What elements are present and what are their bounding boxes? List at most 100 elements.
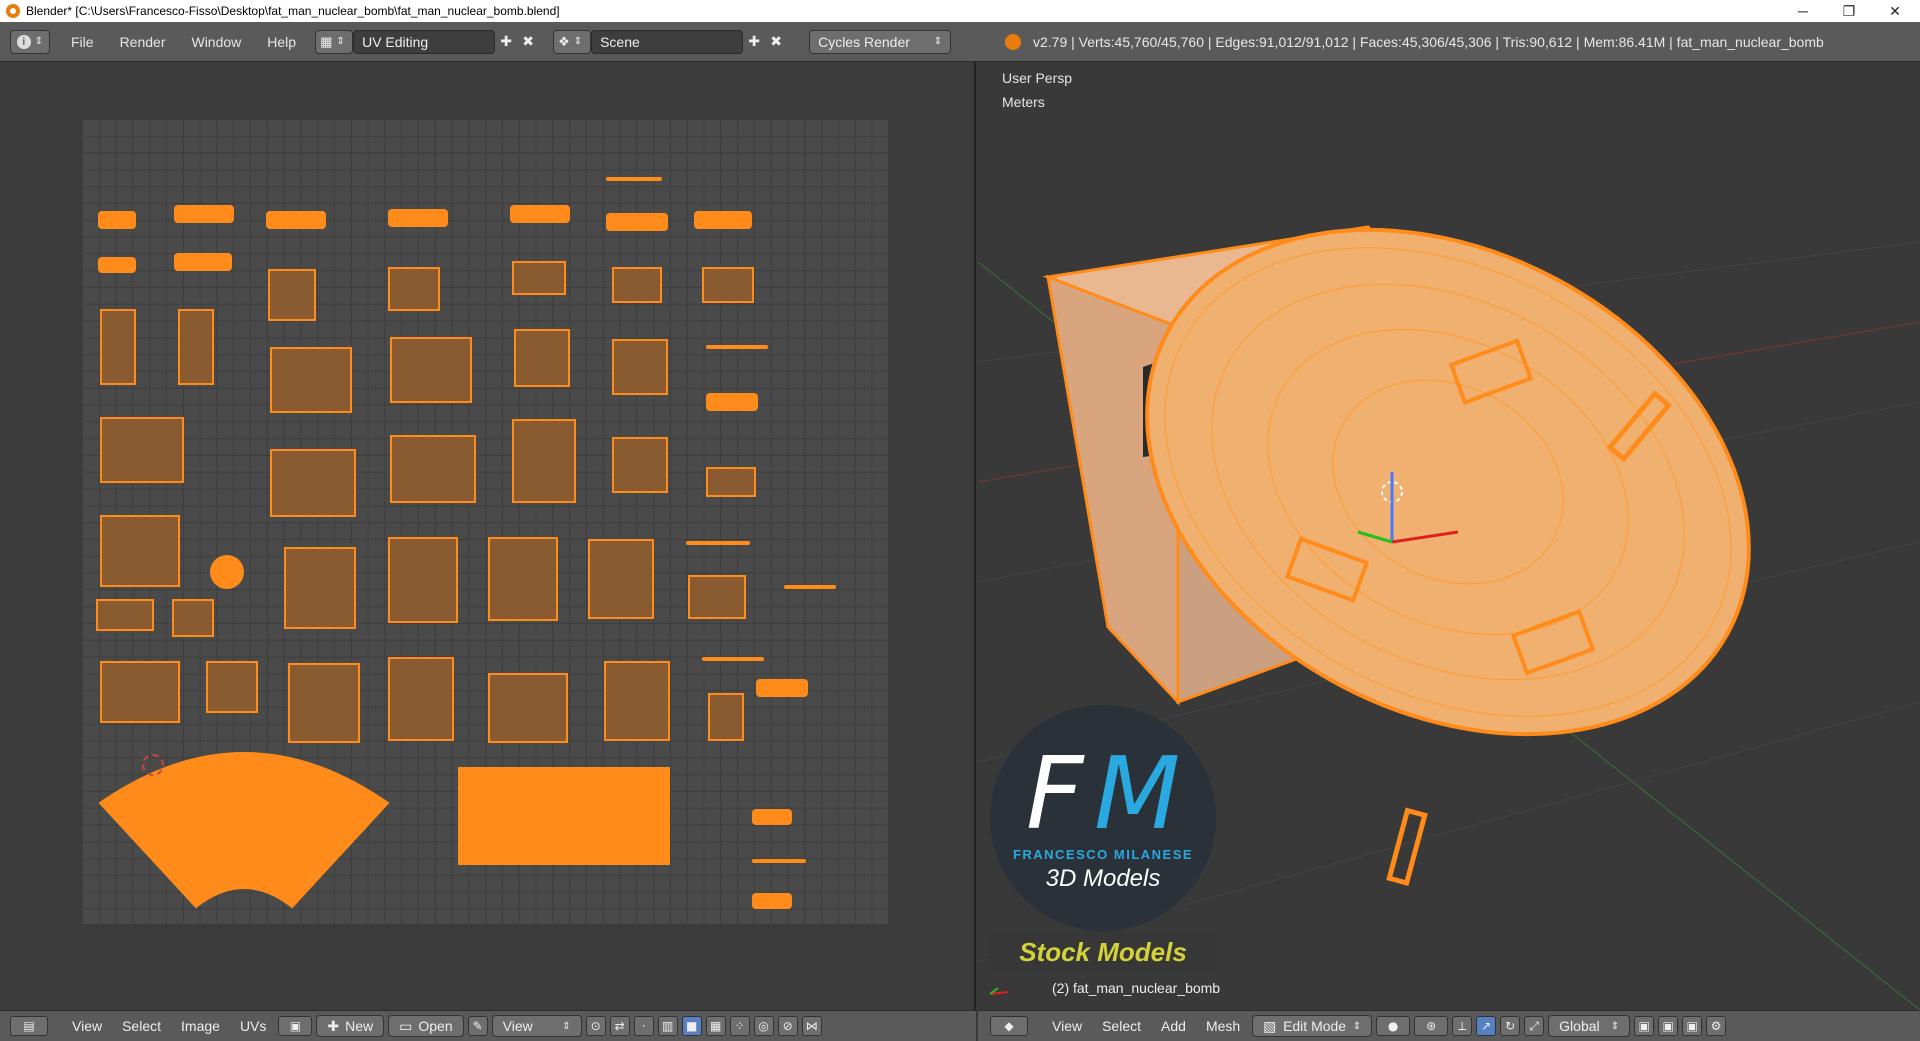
layer-icon[interactable]: ▣ — [1682, 1016, 1703, 1036]
uv-grid[interactable] — [82, 119, 888, 924]
mode-dropdown[interactable]: ▧ Edit Mode ⇕ — [1252, 1015, 1373, 1037]
snap-element-icon[interactable]: ⋈ — [801, 1016, 822, 1036]
uv-island-fan[interactable] — [96, 739, 392, 911]
open-image-button[interactable]: ▭ Open — [388, 1015, 464, 1037]
uv-island[interactable] — [706, 393, 758, 411]
uv-island[interactable] — [390, 435, 476, 503]
uv-island[interactable] — [702, 267, 754, 303]
uv-island-band[interactable] — [458, 767, 670, 865]
uv-island[interactable] — [612, 339, 668, 395]
layer-icon[interactable]: ▣ — [1658, 1016, 1679, 1036]
uv-island[interactable] — [388, 209, 448, 227]
uv-island[interactable] — [178, 309, 214, 385]
uv-menu-view[interactable]: View — [62, 1015, 112, 1037]
uv-island[interactable] — [174, 253, 232, 271]
uv-island[interactable] — [488, 537, 558, 621]
uv-island[interactable] — [388, 537, 458, 623]
pin-icon[interactable]: ✎ — [467, 1016, 488, 1036]
proportional-edit-icon[interactable]: ◎ — [753, 1016, 774, 1036]
uv-island[interactable] — [514, 329, 570, 387]
scene-field[interactable]: Scene — [591, 29, 744, 54]
uv-island[interactable] — [784, 585, 836, 589]
new-image-button[interactable]: ✚ New — [316, 1015, 385, 1037]
editor-type-uv-button[interactable]: ▤ — [10, 1016, 48, 1036]
uv-island[interactable] — [510, 205, 570, 223]
uv-image-editor[interactable] — [0, 62, 976, 1010]
uv-island[interactable] — [512, 261, 566, 295]
screen-layout-field[interactable]: UV Editing — [353, 29, 496, 54]
minimize-button[interactable]: ─ — [1780, 0, 1826, 22]
uv-island[interactable] — [388, 267, 440, 311]
image-browse-button[interactable]: ▣ — [278, 1016, 313, 1036]
vp-menu-add[interactable]: Add — [1151, 1015, 1196, 1037]
remove-scene-button[interactable]: ✖ — [765, 30, 787, 54]
uv-island[interactable] — [612, 437, 668, 493]
editor-type-info-button[interactable]: i ⇕ — [10, 29, 50, 54]
menu-help[interactable]: Help — [254, 34, 309, 50]
vertex-select-icon[interactable]: · — [633, 1016, 654, 1036]
uv-island[interactable] — [98, 257, 136, 273]
snap-icon[interactable]: ⊘ — [777, 1016, 798, 1036]
uv-island[interactable] — [268, 269, 316, 321]
uv-island[interactable] — [752, 809, 792, 825]
uv-island[interactable] — [270, 449, 356, 517]
uv-2d-cursor[interactable] — [142, 754, 164, 776]
uv-island[interactable] — [270, 347, 352, 413]
sticky-mode-icon[interactable]: ⁘ — [729, 1016, 750, 1036]
uv-island[interactable] — [688, 575, 746, 619]
editor-type-3d-button[interactable]: ◆ — [990, 1016, 1028, 1036]
uv-menu-select[interactable]: Select — [112, 1015, 171, 1037]
menu-window[interactable]: Window — [178, 34, 254, 50]
translate-icon[interactable]: ↗ — [1476, 1016, 1497, 1036]
vp-menu-select[interactable]: Select — [1092, 1015, 1151, 1037]
vp-menu-view[interactable]: View — [1042, 1015, 1092, 1037]
uv-island[interactable] — [172, 599, 214, 637]
uv-island[interactable] — [752, 859, 806, 863]
add-scene-button[interactable]: ✚ — [743, 30, 765, 54]
limit-selection-icon[interactable]: ⚙ — [1706, 1016, 1727, 1036]
3d-viewport[interactable]: User Persp Meters F M FRANCESCO MILANESE… — [978, 62, 1920, 1010]
uv-island[interactable] — [702, 657, 764, 661]
edge-select-icon[interactable]: ▥ — [657, 1016, 678, 1036]
uv-island[interactable] — [288, 663, 360, 743]
uv-island[interactable] — [708, 693, 744, 741]
uv-island[interactable] — [210, 555, 244, 589]
uv-island[interactable] — [390, 337, 472, 403]
uv-island[interactable] — [388, 657, 454, 741]
remove-layout-button[interactable]: ✖ — [517, 30, 539, 54]
screen-layout-selector[interactable]: ▦ ⇕ — [315, 29, 354, 54]
viewport-shading-icon[interactable]: ● — [1376, 1016, 1411, 1036]
add-layout-button[interactable]: ✚ — [495, 30, 517, 54]
island-select-icon[interactable]: ▦ — [705, 1016, 726, 1036]
pivot-point-icon[interactable]: ⊛ — [1414, 1016, 1449, 1036]
manipulator-icon[interactable]: ⟂ — [1452, 1016, 1473, 1036]
vp-menu-mesh[interactable]: Mesh — [1196, 1015, 1250, 1037]
uv-island[interactable] — [174, 205, 234, 223]
uv-island[interactable] — [96, 599, 154, 631]
uv-island[interactable] — [752, 893, 792, 909]
uv-island[interactable] — [686, 541, 750, 545]
uv-island[interactable] — [606, 213, 668, 231]
pivot-icon[interactable]: ⊙ — [585, 1016, 606, 1036]
uv-island[interactable] — [488, 673, 568, 743]
uv-island[interactable] — [706, 467, 756, 497]
uv-island[interactable] — [588, 539, 654, 619]
scale-icon[interactable]: ⤢ — [1524, 1016, 1545, 1036]
uv-island[interactable] — [284, 547, 356, 629]
menu-render[interactable]: Render — [107, 34, 179, 50]
rotate-icon[interactable]: ↻ — [1500, 1016, 1521, 1036]
render-engine-dropdown[interactable]: Cycles Render ⇕ — [809, 29, 952, 54]
face-select-icon[interactable]: ■ — [681, 1016, 702, 1036]
uv-island[interactable] — [100, 309, 136, 385]
uv-island[interactable] — [100, 515, 180, 587]
menu-file[interactable]: File — [58, 34, 107, 50]
uv-island[interactable] — [206, 661, 258, 713]
uv-island[interactable] — [604, 661, 670, 741]
uv-island[interactable] — [100, 417, 184, 483]
uv-island[interactable] — [266, 211, 326, 229]
uv-island[interactable] — [100, 661, 180, 723]
uv-island[interactable] — [706, 345, 768, 349]
uv-island[interactable] — [606, 177, 662, 181]
maximize-button[interactable]: ❐ — [1826, 0, 1872, 22]
uv-island[interactable] — [98, 211, 136, 229]
